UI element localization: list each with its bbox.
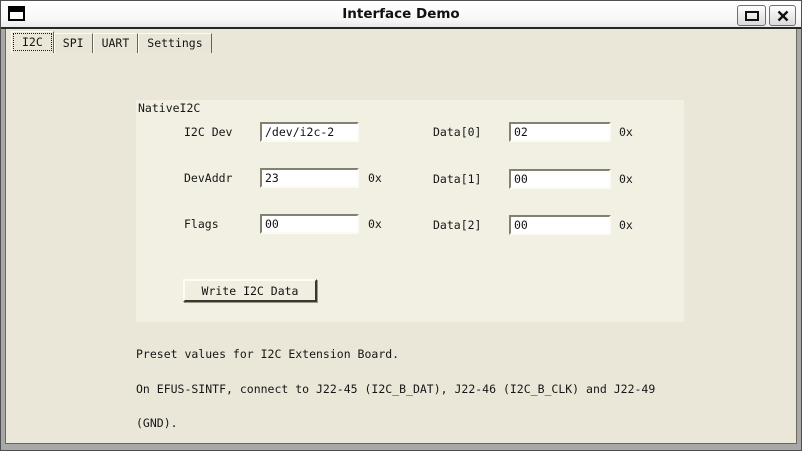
data2-input[interactable] [509,215,611,235]
tab-uart[interactable]: UART [92,33,139,53]
data1-input[interactable] [509,169,611,189]
tab-spi[interactable]: SPI [53,33,93,53]
data1-label: Data[1] [433,172,482,186]
note-line-3: (GND). [136,416,178,430]
tab-bar: I2C SPI UART Settings [11,31,212,53]
window: Interface Demo I2C SPI UART Settings Nat… [0,0,802,451]
close-button[interactable] [769,5,796,26]
devaddr-hex-label: 0x [368,171,382,185]
panel-title: NativeI2C [138,101,201,115]
data1-hex-label: 0x [619,172,633,186]
data0-input[interactable] [509,122,611,142]
flags-label: Flags [184,217,219,231]
i2c-dev-input[interactable] [260,122,359,142]
tab-settings[interactable]: Settings [138,33,212,53]
close-icon [777,10,788,21]
flags-hex-label: 0x [368,217,382,231]
devaddr-label: DevAddr [184,171,233,185]
devaddr-input[interactable] [260,168,359,188]
window-title: Interface Demo [342,6,460,22]
titlebar: Interface Demo [1,1,801,29]
i2c-dev-label: I2C Dev [184,125,233,139]
maximize-icon [744,10,759,21]
maximize-button[interactable] [737,5,766,26]
flags-input[interactable] [260,214,359,234]
data0-hex-label: 0x [619,125,633,139]
data0-label: Data[0] [433,125,482,139]
data2-hex-label: 0x [619,218,633,232]
note-line-2: On EFUS-SINTF, connect to J22-45 (I2C_B_… [136,381,656,396]
note-line-1: Preset values for I2C Extension Board. [136,347,400,361]
tab-content-area: I2C SPI UART Settings NativeI2C I2C Dev … [5,29,797,444]
write-i2c-data-button[interactable]: Write I2C Data [183,279,317,302]
note-text: Preset values for I2C Extension Board. O… [136,326,656,450]
tab-i2c[interactable]: I2C [11,31,54,53]
data2-label: Data[2] [433,218,482,232]
